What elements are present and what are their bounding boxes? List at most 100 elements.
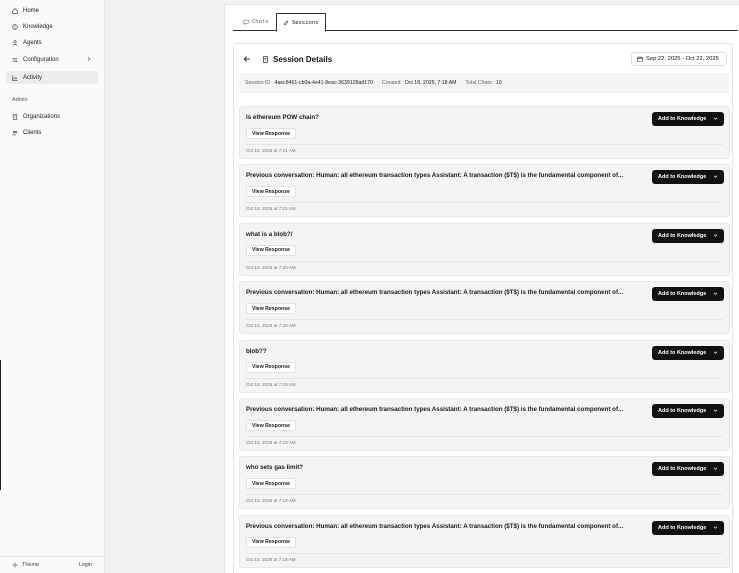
- tab-chats[interactable]: Chats: [237, 13, 275, 31]
- chat-item: blob?? View Response Add to Knowledge Oct 1…: [239, 339, 730, 393]
- chat-item: Previous conversation: Human: all ethere…: [239, 398, 730, 451]
- chevron-down-icon: [713, 409, 718, 412]
- sidebar-item-configuration[interactable]: Configuration: [6, 53, 98, 66]
- add-to-knowledge-label: Add to Knowledge: [658, 232, 707, 239]
- sidebar-item-organizations[interactable]: Organizations: [6, 110, 98, 123]
- chat-divider: [246, 436, 723, 437]
- tab-label: Chats: [252, 19, 269, 25]
- chat-icon: [243, 19, 249, 25]
- total-chats-value: 10: [495, 80, 502, 86]
- view-response-button[interactable]: View Response: [246, 128, 296, 139]
- chat-question: what is a blob?/: [246, 230, 293, 238]
- brain-icon: [12, 23, 18, 30]
- chat-timestamp: Oct 18, 2025 at 7:19 AM: [246, 498, 296, 504]
- chat-divider: [246, 202, 723, 204]
- chat-item: Is ethereum POW chain? View Response Add t…: [239, 106, 730, 159]
- view-response-button[interactable]: View Response: [246, 478, 296, 490]
- sliders-icon: [12, 57, 18, 63]
- add-to-knowledge-button[interactable]: Add to Knowledge: [652, 112, 724, 126]
- admin-section-label: Admin: [12, 97, 28, 103]
- view-response-button[interactable]: View Response: [246, 361, 296, 373]
- sidebar-item-home[interactable]: Home: [6, 4, 98, 17]
- add-to-knowledge-label: Add to Knowledge: [658, 291, 707, 298]
- login-link[interactable]: Login: [79, 562, 92, 568]
- session-meta: Session ID: 4aec8461-cb0a-4e41-8eac-3639…: [239, 73, 729, 93]
- sidebar-item-clients[interactable]: Clients: [6, 126, 98, 139]
- add-to-knowledge-button[interactable]: Add to Knowledge: [652, 520, 724, 535]
- created-label: Created:: [381, 80, 402, 86]
- theme-label: Theme: [22, 562, 40, 568]
- sun-icon: [12, 562, 18, 568]
- chat-timestamp: Oct 18, 2025 at 7:20 AM: [246, 264, 296, 270]
- chat-question: Previous conversation: Human: all ethere…: [246, 172, 624, 180]
- chat-timestamp: Oct 18, 2025 at 7:21 AM: [246, 148, 296, 153]
- sidebar-item-agents[interactable]: Agents: [6, 36, 98, 49]
- tab-sessions[interactable]: Sessions: [276, 13, 326, 32]
- sidebar-item-label: Agents: [23, 39, 42, 46]
- view-response-button[interactable]: View Response: [246, 536, 296, 548]
- users-icon: [12, 130, 18, 136]
- created-value: Oct 18, 2025, 7:18 AM: [404, 80, 457, 86]
- add-to-knowledge-button[interactable]: Add to Knowledge: [652, 404, 724, 418]
- add-to-knowledge-label: Add to Knowledge: [658, 349, 707, 356]
- chat-item: Previous conversation: Human: all ethere…: [239, 281, 730, 335]
- chat-timestamp: Oct 18, 2025 at 7:18 AM: [246, 556, 296, 562]
- chevron-down-icon: [713, 351, 718, 354]
- tab-label: Sessions: [292, 19, 319, 26]
- view-response-button[interactable]: View Response: [246, 244, 296, 256]
- chat-divider: [246, 144, 723, 145]
- chat-divider: [246, 377, 723, 379]
- chat-question: Previous conversation: Human: all ethere…: [246, 406, 624, 413]
- view-response-button[interactable]: View Response: [246, 303, 296, 315]
- add-to-knowledge-button[interactable]: Add to Knowledge: [652, 462, 724, 477]
- chat-timestamp: Oct 18, 2025 at 7:20 AM: [246, 323, 296, 329]
- add-to-knowledge-label: Add to Knowledge: [658, 408, 707, 414]
- add-to-knowledge-button[interactable]: Add to Knowledge: [652, 287, 724, 302]
- chat-timestamp: Oct 18, 2025 at 7:19 AM: [246, 440, 296, 445]
- session-details-card: Session Details Sep 22, 2025 - Oct 22, 2…: [233, 43, 733, 573]
- sidebar-item-label: Knowledge: [23, 23, 53, 30]
- add-to-knowledge-label: Add to Knowledge: [658, 524, 707, 531]
- home-icon: [12, 7, 18, 14]
- add-to-knowledge-button[interactable]: Add to Knowledge: [652, 228, 724, 243]
- main-panel: Chats Sessions Session Details Sep 22, 2…: [224, 4, 739, 573]
- date-range-picker[interactable]: Sep 22, 2025 - Oct 22, 2025: [631, 52, 727, 66]
- chevron-down-icon: [713, 175, 718, 179]
- chart-icon: [12, 75, 18, 81]
- chat-question: blob??: [246, 347, 267, 355]
- view-response-button[interactable]: View Response: [246, 420, 296, 431]
- chat-question: Previous conversation: Human: all ethere…: [246, 289, 624, 297]
- theme-toggle[interactable]: Theme: [12, 562, 39, 568]
- session-id-value: 4aec8461-cb0a-4e41-8eac-3639128ad170: [274, 80, 373, 86]
- add-to-knowledge-button[interactable]: Add to Knowledge: [652, 345, 724, 360]
- session-title-text: Session Details: [273, 55, 333, 64]
- receipt-icon: [263, 56, 268, 63]
- calendar-icon: [637, 56, 643, 62]
- chevron-right-icon: [87, 56, 91, 62]
- add-to-knowledge-label: Add to Knowledge: [658, 466, 707, 473]
- total-chats-label: Total Chats:: [465, 80, 493, 86]
- chat-item: what is a blob?/ View Response Add to Know…: [239, 222, 730, 276]
- link-icon: [283, 20, 289, 25]
- sidebar-item-knowledge[interactable]: Knowledge: [6, 20, 98, 33]
- chat-item: who sets gas limit? View Response Add to K…: [239, 456, 730, 510]
- chevron-down-icon: [713, 117, 718, 120]
- sidebar-item-activity[interactable]: Activity: [6, 71, 98, 84]
- sidebar: Home Knowledge Agents Configuration Acti…: [0, 0, 105, 573]
- chat-divider: [246, 552, 723, 554]
- sidebar-item-label: Clients: [23, 129, 42, 136]
- chat-item: Previous conversation: Human: all ethere…: [239, 164, 730, 218]
- back-arrow-icon[interactable]: [243, 55, 251, 63]
- window-edge: [0, 360, 1, 490]
- sidebar-item-label: Home: [23, 7, 40, 14]
- sidebar-item-label: Activity: [23, 74, 43, 81]
- chevron-down-icon: [713, 292, 718, 295]
- chevron-down-icon: [713, 467, 718, 471]
- chat-timestamp: Oct 18, 2025 at 7:19 AM: [246, 381, 296, 387]
- chat-question: who sets gas limit?: [246, 464, 304, 472]
- chat-question: Is ethereum POW chain?: [246, 114, 319, 121]
- chat-timestamp: Oct 18, 2025 at 7:21 AM: [246, 206, 296, 212]
- chat-divider: [246, 494, 723, 496]
- view-response-button[interactable]: View Response: [246, 186, 296, 198]
- add-to-knowledge-button[interactable]: Add to Knowledge: [652, 170, 724, 185]
